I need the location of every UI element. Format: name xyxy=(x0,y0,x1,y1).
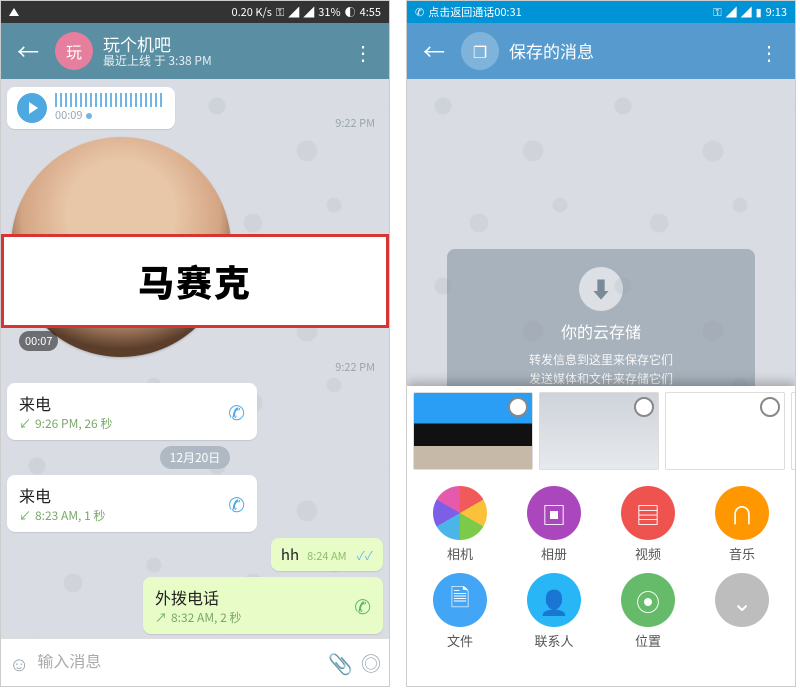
person-icon: 👤 xyxy=(527,573,581,627)
call-title: 外拨电话 xyxy=(155,585,344,609)
attach-contact[interactable]: 👤联系人 xyxy=(507,573,601,650)
chat-title-block[interactable]: 保存的消息 xyxy=(509,41,753,61)
attach-album[interactable]: ▣相册 xyxy=(507,486,601,563)
signal-icon: ◢ xyxy=(726,4,737,20)
phone-icon[interactable]: ✆ xyxy=(228,489,245,518)
bookmark-avatar[interactable]: ❐ xyxy=(461,32,499,70)
read-checks-icon: ✓✓ xyxy=(357,547,373,564)
message-time: 9:22 PM xyxy=(327,357,383,377)
warning-icon xyxy=(9,8,19,16)
attach-icon[interactable]: 📎 xyxy=(328,648,353,677)
mic-icon[interactable]: ◎ xyxy=(361,648,381,677)
chat-title: 玩个机吧 xyxy=(103,34,347,54)
arrow-out-icon: ↗ xyxy=(155,609,167,626)
call-meta: 9:26 PM, 26 秒 xyxy=(35,415,112,432)
avatar[interactable]: 玩 xyxy=(55,32,93,70)
back-button[interactable]: ← xyxy=(417,29,451,73)
message-time: 9:22 PM xyxy=(327,113,383,133)
net-speed: 0.20 K/s xyxy=(232,4,272,20)
chat-area[interactable]: 00:09 9:22 PM 00:07 9:22 PM 来电 ↙9:26 PM,… xyxy=(1,79,389,639)
battery-icon: ◐ xyxy=(345,4,356,20)
pin-icon: ⦿ xyxy=(621,573,675,627)
select-circle[interactable] xyxy=(760,397,780,417)
attach-camera[interactable]: 相机 xyxy=(413,486,507,563)
play-button[interactable] xyxy=(17,93,47,123)
battery-pct: 31% xyxy=(318,4,340,20)
key-icon: ⚿ xyxy=(276,4,284,20)
return-to-call-banner[interactable]: ✆ 点击返回通话00:31 xyxy=(415,4,522,20)
chat-title: 保存的消息 xyxy=(509,41,753,61)
recent-photos-strip[interactable] xyxy=(407,386,795,476)
chat-subtitle: 最近上线 于 3:38 PM xyxy=(103,54,347,68)
headphones-icon: ∩ xyxy=(715,486,769,540)
status-bar: 0.20 K/s ⚿ ◢ ◢ 31% ◐ 4:55 xyxy=(1,1,389,23)
date-separator: 12月20日 xyxy=(160,446,231,469)
chat-title-block[interactable]: 玩个机吧 最近上线 于 3:38 PM xyxy=(103,34,347,69)
photo-thumbnail[interactable] xyxy=(413,392,533,470)
status-bar: ✆ 点击返回通话00:31 ⚿ ◢ ◢ ▮ 9:13 xyxy=(407,1,795,23)
call-meta: 8:32 AM, 2 秒 xyxy=(171,609,241,626)
attachment-panel: 相机 ▣相册 ▤视频 ∩音乐 🗎文件 👤联系人 ⦿位置 ⌄ xyxy=(407,386,795,686)
cloud-bullet: 转发信息到这里来保存它们 xyxy=(465,351,737,368)
attach-location[interactable]: ⦿位置 xyxy=(601,573,695,650)
message-input-bar: ☺ 📎 ◎ xyxy=(1,638,389,686)
clock: 9:13 xyxy=(766,4,787,20)
voice-message[interactable]: 00:09 xyxy=(7,87,175,129)
battery-icon: ▮ xyxy=(756,4,762,20)
call-title: 来电 xyxy=(19,391,218,415)
cloud-bullet: 发送媒体和文件来存储它们 xyxy=(465,370,737,387)
attach-video[interactable]: ▤视频 xyxy=(601,486,695,563)
film-icon: ▤ xyxy=(621,486,675,540)
arrow-in-icon: ↙ xyxy=(19,507,31,524)
outgoing-message[interactable]: hh 8:24 AM ✓✓ xyxy=(271,538,383,571)
key-icon: ⚿ xyxy=(713,4,721,20)
phone-left: 0.20 K/s ⚿ ◢ ◢ 31% ◐ 4:55 ← 玩 玩个机吧 最近上线 … xyxy=(0,0,390,687)
call-meta: 8:23 AM, 1 秒 xyxy=(35,507,105,524)
incoming-call-entry[interactable]: 来电 ↙9:26 PM, 26 秒 ✆ xyxy=(7,383,257,440)
chat-area[interactable]: ⬇ 你的云存储 转发信息到这里来保存它们 发送媒体和文件来存储它们 在任意设备上… xyxy=(407,79,795,389)
signal-icon: ◢ xyxy=(288,4,299,20)
video-duration: 00:07 xyxy=(19,331,58,351)
mosaic-overlay: 马赛克 xyxy=(1,234,389,328)
phone-icon[interactable]: ✆ xyxy=(228,397,245,426)
photo-thumbnail[interactable] xyxy=(791,392,795,470)
attach-more[interactable]: ⌄ xyxy=(695,573,789,650)
attach-music[interactable]: ∩音乐 xyxy=(695,486,789,563)
select-circle[interactable] xyxy=(508,397,528,417)
signal-icon: ◢ xyxy=(303,4,314,20)
phone-icon[interactable]: ✆ xyxy=(354,591,371,620)
overflow-menu-button[interactable]: ⋮ xyxy=(753,31,785,72)
arrow-in-icon: ↙ xyxy=(19,415,31,432)
bookmark-icon: ❐ xyxy=(473,39,487,63)
back-button[interactable]: ← xyxy=(11,29,45,73)
message-time: 8:24 AM xyxy=(307,548,346,564)
sticker-icon[interactable]: ☺ xyxy=(9,648,29,677)
message-input[interactable] xyxy=(37,654,320,672)
image-icon: ▣ xyxy=(527,486,581,540)
photo-thumbnail[interactable] xyxy=(539,392,659,470)
overflow-menu-button[interactable]: ⋮ xyxy=(347,31,379,72)
photo-thumbnail[interactable] xyxy=(665,392,785,470)
signal-icon: ◢ xyxy=(741,4,752,20)
camera-icon xyxy=(433,486,487,540)
incoming-call-entry[interactable]: 来电 ↙8:23 AM, 1 秒 ✆ xyxy=(7,475,257,532)
phone-right: ✆ 点击返回通话00:31 ⚿ ◢ ◢ ▮ 9:13 ← ❐ 保存的消息 ⋮ ⬇… xyxy=(406,0,796,687)
phone-icon: ✆ xyxy=(415,4,424,20)
attach-file[interactable]: 🗎文件 xyxy=(413,573,507,650)
app-bar: ← 玩 玩个机吧 最近上线 于 3:38 PM ⋮ xyxy=(1,23,389,79)
outgoing-call-entry[interactable]: 外拨电话 ↗8:32 AM, 2 秒 ✆ xyxy=(143,577,383,634)
call-title: 来电 xyxy=(19,483,218,507)
app-bar: ← ❐ 保存的消息 ⋮ xyxy=(407,23,795,79)
file-icon: 🗎 xyxy=(433,573,487,627)
clock: 4:55 xyxy=(360,4,381,20)
chevron-down-icon: ⌄ xyxy=(715,573,769,627)
select-circle[interactable] xyxy=(634,397,654,417)
